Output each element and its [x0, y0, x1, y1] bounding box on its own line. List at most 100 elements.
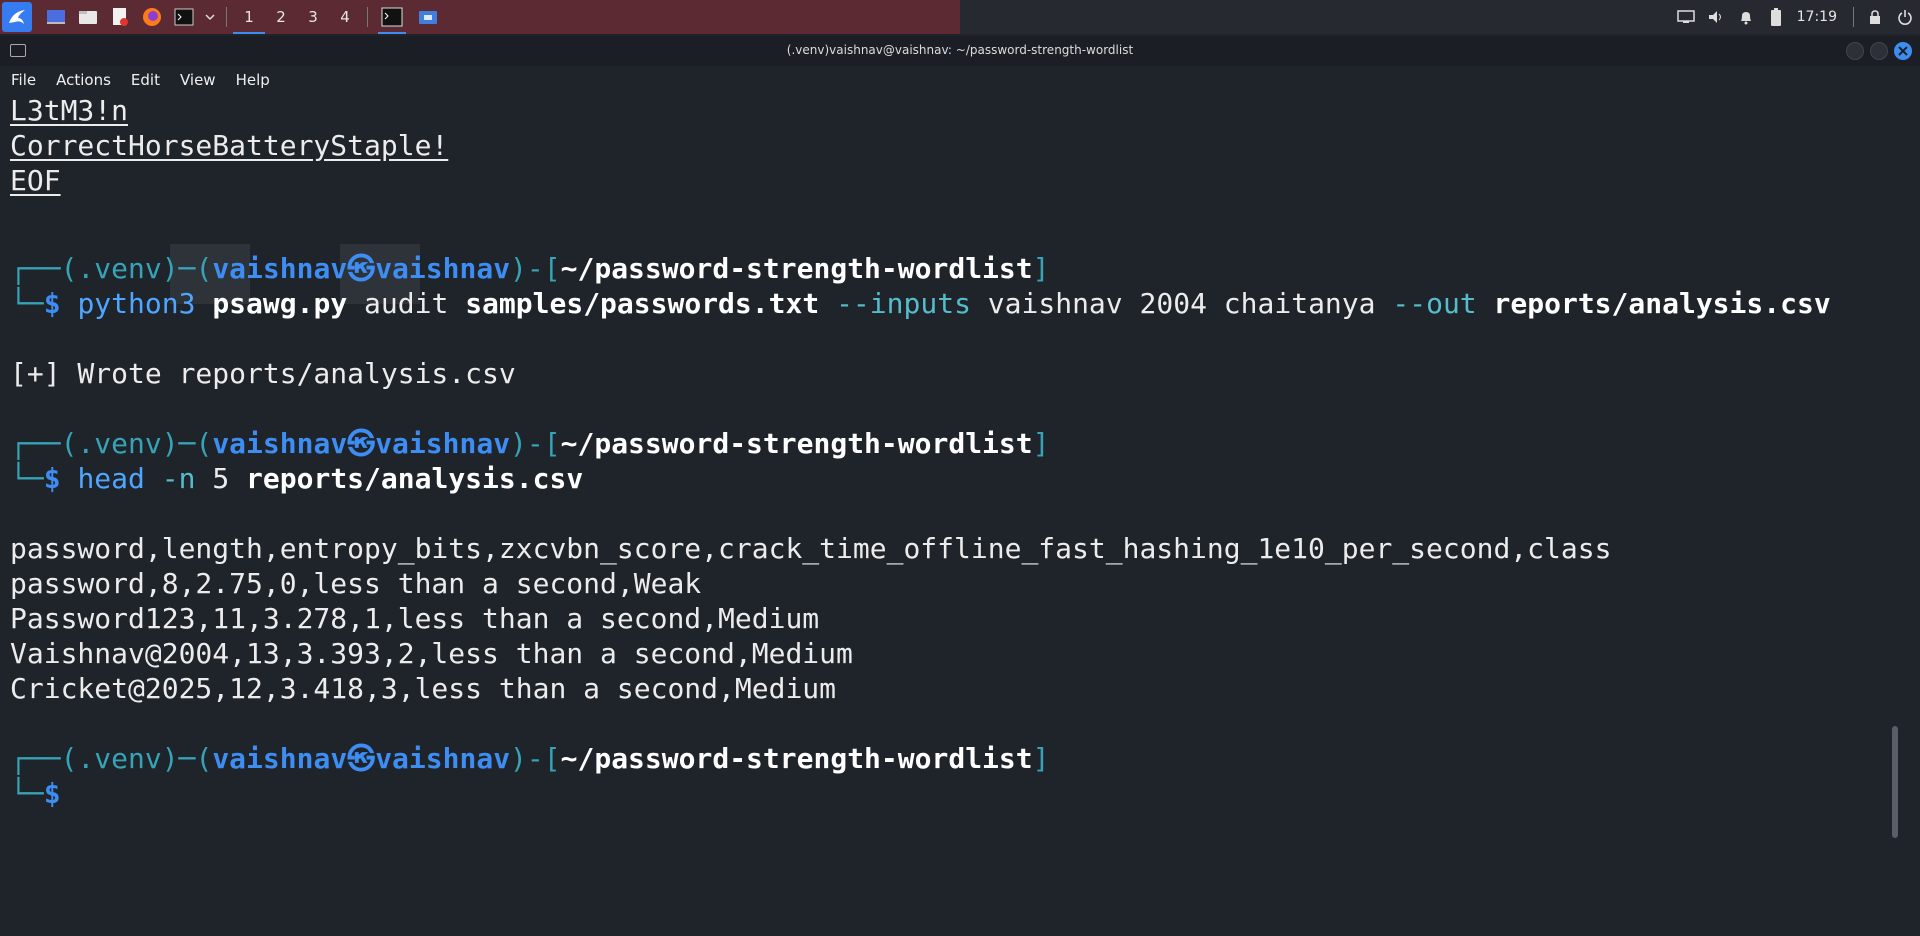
- window-title: (.venv)vaishnav@vaishnav: ~/password-str…: [786, 43, 1134, 57]
- prompt-line: ┌──(.venv)─(vaishnav㉿vaishnav)-[~/passwo…: [10, 426, 1050, 461]
- lock-icon: [1870, 10, 1880, 24]
- battery-tray[interactable]: [1761, 0, 1791, 34]
- prompt-box-corner: └─: [10, 462, 44, 495]
- top-panel: 1 2 3 4 17:19: [0, 0, 1920, 34]
- prompt-box-corner: ┌──: [10, 742, 61, 775]
- command-line-current[interactable]: └─$: [10, 776, 61, 811]
- cmd-file: samples/passwords.txt: [465, 287, 820, 320]
- heredoc-line: EOF: [10, 164, 61, 197]
- menu-help[interactable]: Help: [233, 71, 273, 89]
- cmd-count: 5: [212, 462, 230, 495]
- terminal-output[interactable]: L3tM3!n CorrectHorseBatteryStaple! EOF ┌…: [0, 94, 1906, 936]
- maximize-button[interactable]: [1870, 42, 1888, 60]
- task-terminal[interactable]: [374, 0, 410, 34]
- menu-file[interactable]: File: [8, 71, 39, 89]
- minimize-button[interactable]: [1846, 42, 1864, 60]
- cmd-program: head: [77, 462, 145, 495]
- prompt-path: ~/password-strength-wordlist: [560, 427, 1033, 460]
- prompt-path: ~/password-strength-wordlist: [560, 742, 1033, 775]
- prompt-dash: ─(: [178, 427, 213, 460]
- prompt-user: vaishnav: [212, 742, 348, 775]
- panel-separator: [226, 7, 227, 27]
- window-titlebar[interactable]: (.venv)vaishnav@vaishnav: ~/password-str…: [0, 36, 1920, 66]
- prompt-path: ~/password-strength-wordlist: [560, 252, 1033, 285]
- logout-button[interactable]: [1890, 0, 1920, 34]
- prompt-bracket: ]: [1032, 742, 1050, 775]
- lock-screen-button[interactable]: [1860, 0, 1890, 34]
- csv-row: Password123,11,3.278,1,less than a secon…: [10, 602, 820, 635]
- csv-row: Cricket@2025,12,3.418,3,less than a seco…: [10, 672, 837, 705]
- kali-skull-icon: ㉿: [347, 427, 376, 460]
- kali-menu-button[interactable]: [2, 2, 32, 32]
- csv-row: Vaishnav@2004,13,3.393,2,less than a sec…: [10, 637, 853, 670]
- menu-bar: File Actions Edit View Help: [0, 66, 1920, 94]
- kali-dragon-icon: [9, 10, 25, 24]
- csv-header-line: password,length,entropy_bits,zxcvbn_scor…: [10, 532, 1612, 565]
- prompt-box-corner: └─: [10, 777, 44, 810]
- cmd-subcommand: audit: [364, 287, 449, 320]
- terminal-icon: [381, 7, 403, 27]
- prompt-dash: ─(: [178, 252, 213, 285]
- workspace-1[interactable]: 1: [233, 0, 265, 34]
- volume-icon: [1708, 11, 1721, 23]
- terminal-scrollbar[interactable]: [1892, 94, 1898, 936]
- launcher-dropdown[interactable]: [202, 3, 218, 31]
- menu-edit[interactable]: Edit: [128, 71, 163, 89]
- command-output: [+] Wrote reports/analysis.csv: [10, 357, 516, 390]
- prompt-user: vaishnav: [212, 252, 348, 285]
- prompt-host: vaishnav: [375, 427, 511, 460]
- panel-separator: [1853, 7, 1854, 27]
- prompt-dash: )-[: [510, 427, 561, 460]
- firefox-launcher[interactable]: [138, 3, 166, 31]
- menu-view[interactable]: View: [177, 71, 219, 89]
- display-tray[interactable]: [1671, 0, 1701, 34]
- show-desktop-button[interactable]: [42, 3, 70, 31]
- battery-icon: [1770, 8, 1781, 26]
- prompt-bracket: ]: [1032, 427, 1050, 460]
- prompt-venv: (.venv): [60, 742, 179, 775]
- prompt-dash: )-[: [510, 742, 561, 775]
- command-line: └─$ head -n 5 reports/analysis.csv: [10, 461, 583, 496]
- power-icon: [1898, 10, 1912, 25]
- workspace-3[interactable]: 3: [297, 0, 329, 34]
- terminal-launcher[interactable]: [170, 3, 198, 31]
- command-line: └─$ python3 psawg.py audit samples/passw…: [10, 286, 1831, 321]
- menu-actions[interactable]: Actions: [53, 71, 114, 89]
- prompt-user: vaishnav: [212, 427, 348, 460]
- folder-icon: [419, 11, 437, 24]
- folder-icon: [79, 11, 97, 24]
- notifications-tray[interactable]: [1731, 0, 1761, 34]
- heredoc-line: L3tM3!n: [10, 94, 129, 127]
- cmd-program: python3: [77, 287, 196, 320]
- prompt-bracket: ]: [1032, 252, 1050, 285]
- prompt-host: vaishnav: [375, 252, 511, 285]
- file-manager-launcher[interactable]: [74, 3, 102, 31]
- clock[interactable]: 17:19: [1791, 9, 1847, 25]
- close-button[interactable]: [1894, 42, 1912, 60]
- monitor-icon: [1676, 10, 1695, 23]
- prompt-symbol: $: [43, 287, 61, 320]
- workspace-4[interactable]: 4: [329, 0, 361, 34]
- scrollbar-thumb[interactable]: [1892, 726, 1898, 838]
- cmd-file: reports/analysis.csv: [246, 462, 584, 495]
- task-file-manager[interactable]: [410, 0, 446, 34]
- text-editor-icon: [113, 8, 128, 26]
- volume-tray[interactable]: [1701, 0, 1731, 34]
- kali-skull-icon: ㉿: [347, 252, 376, 285]
- cmd-args: vaishnav 2004 chaitanya: [987, 287, 1376, 320]
- prompt-box-corner: ┌──: [10, 252, 61, 285]
- prompt-box-corner: ┌──: [10, 427, 61, 460]
- workspace-2[interactable]: 2: [265, 0, 297, 34]
- text-editor-launcher[interactable]: [106, 3, 134, 31]
- cmd-flag: --out: [1392, 287, 1477, 320]
- prompt-venv: (.venv): [60, 252, 179, 285]
- firefox-icon: [143, 8, 161, 26]
- prompt-host: vaishnav: [375, 742, 511, 775]
- cmd-out-file: reports/analysis.csv: [1493, 287, 1831, 320]
- bell-icon: [1740, 12, 1751, 25]
- prompt-symbol: $: [43, 777, 61, 810]
- terminal-icon: [174, 8, 194, 26]
- heredoc-line: CorrectHorseBatteryStaple!: [10, 129, 449, 162]
- prompt-symbol: $: [43, 462, 61, 495]
- close-icon: [1898, 46, 1908, 56]
